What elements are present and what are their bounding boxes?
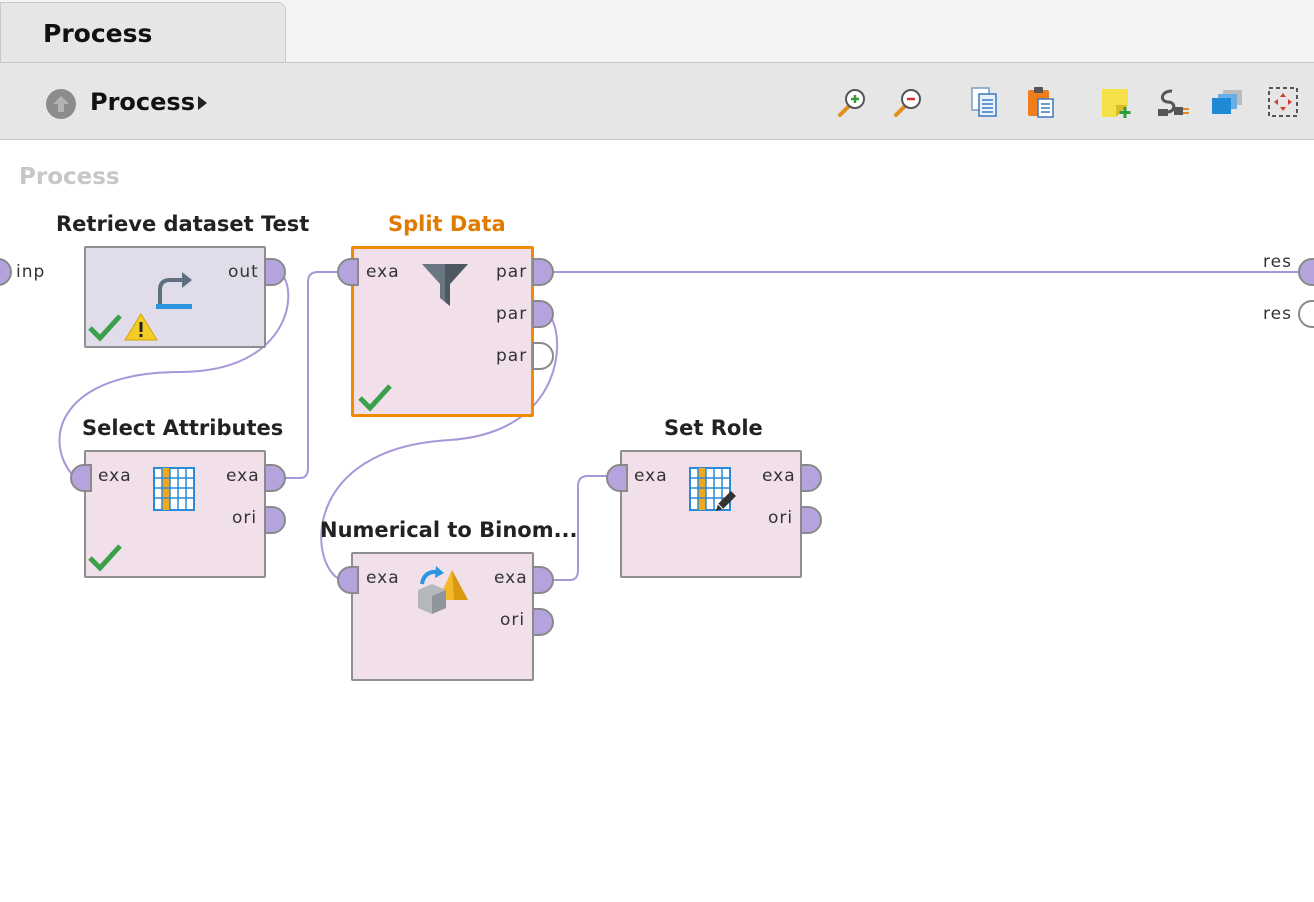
check-icon	[88, 542, 122, 572]
operator-title: Split Data	[388, 212, 506, 236]
port-label-out-1: exa	[762, 466, 796, 486]
operator-title: Select Attributes	[82, 416, 284, 440]
funnel-icon	[420, 262, 470, 314]
port-label-out-2: ori	[500, 610, 526, 630]
table-columns-icon	[153, 467, 195, 515]
check-icon	[88, 312, 122, 342]
port-label-out-2: par	[496, 304, 528, 324]
retrieve-icon	[152, 268, 196, 316]
input-port[interactable]	[70, 464, 92, 492]
warning-icon[interactable]	[124, 312, 158, 342]
port-label-out-1: exa	[226, 466, 260, 486]
process-output-label-2: res	[1263, 304, 1292, 324]
table-edit-icon	[689, 467, 737, 519]
process-output-label-1: res	[1263, 252, 1292, 272]
port-label-out-1: exa	[494, 568, 528, 588]
port-label-in: exa	[366, 568, 400, 588]
port-label-out-2: ori	[232, 508, 258, 528]
port-label-in: exa	[98, 466, 132, 486]
port-label-out-3: par	[496, 346, 528, 366]
operator-title: Numerical to Binom...	[320, 518, 578, 542]
input-port[interactable]	[606, 464, 628, 492]
process-input-label: inp	[16, 262, 46, 282]
input-port[interactable]	[337, 258, 359, 286]
port-label-out: out	[228, 262, 259, 282]
check-icon	[358, 382, 392, 412]
port-label-out-2: ori	[768, 508, 794, 528]
wire-select-to-split[interactable]	[280, 271, 341, 479]
port-label-in: exa	[366, 262, 400, 282]
port-label-out-1: par	[496, 262, 528, 282]
type-conversion-icon	[414, 566, 468, 618]
operator-title: Retrieve dataset Test	[56, 212, 310, 236]
port-label-in: exa	[634, 466, 668, 486]
operator-title: Set Role	[664, 416, 763, 440]
input-port[interactable]	[337, 566, 359, 594]
